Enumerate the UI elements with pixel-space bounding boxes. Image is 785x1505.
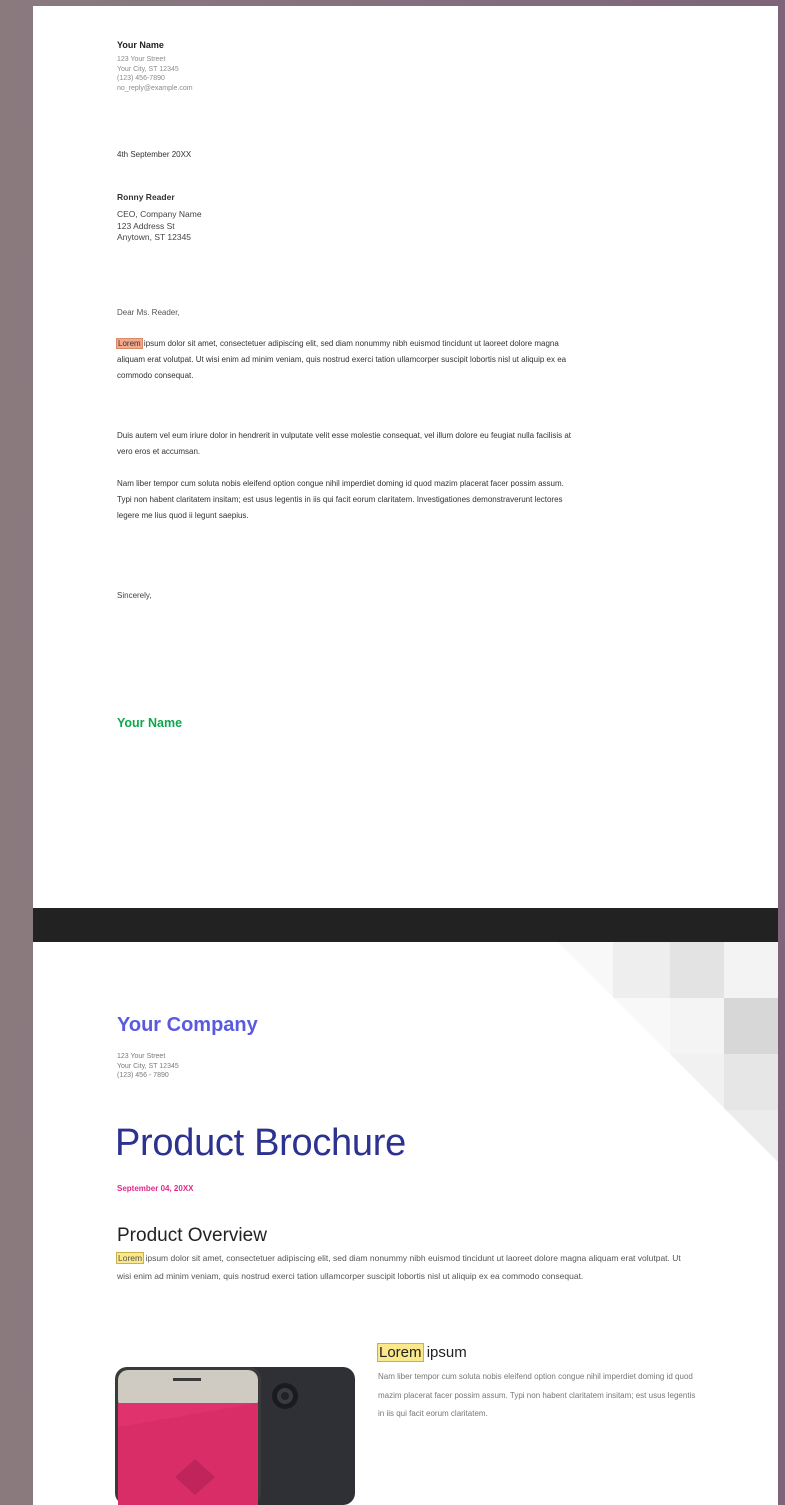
- sender-email: no_reply@example.com: [117, 84, 193, 92]
- recipient-street: 123 Address St: [117, 220, 175, 231]
- company-address: 123 Your Street Your City, ST 12345 (123…: [117, 1052, 179, 1081]
- company-city: Your City, ST 12345: [117, 1062, 179, 1070]
- letter-page: Your Name 123 Your Street Your City, ST …: [33, 6, 778, 908]
- salutation: Dear Ms. Reader,: [117, 308, 180, 317]
- brochure-date: September 04, 20XX: [117, 1184, 194, 1193]
- company-phone: (123) 456 - 7890: [117, 1072, 169, 1079]
- recipient-address: CEO, Company Name 123 Address St Anytown…: [117, 209, 202, 244]
- brochure-title: Product Brochure: [115, 1122, 406, 1164]
- brochure-page: Your Company 123 Your Street Your City, …: [33, 942, 778, 1505]
- paragraph-text: ipsum dolor sit amet, consectetuer adipi…: [117, 1253, 681, 1281]
- feature-paragraph: Nam liber tempor cum soluta nobis eleife…: [378, 1372, 696, 1419]
- recipient-city: Anytown, ST 12345: [117, 232, 192, 242]
- feature-heading-text: ipsum: [422, 1344, 467, 1361]
- feature-heading: Lorem ipsum: [377, 1343, 467, 1362]
- sender-address: 123 Your Street Your City, ST 12345 (123…: [117, 55, 193, 93]
- sender-street: 123 Your Street: [117, 56, 166, 63]
- company-name: Your Company: [117, 1014, 258, 1036]
- letter-paragraph-1: Lorem ipsum dolor sit amet, consectetuer…: [116, 336, 577, 384]
- recipient-name: Ronny Reader: [117, 192, 175, 202]
- letter-paragraph-3: Nam liber tempor cum soluta nobis eleife…: [117, 479, 564, 520]
- page-separator: [33, 908, 778, 942]
- signature-name: Your Name: [117, 716, 183, 730]
- closing: Sincerely,: [117, 591, 152, 600]
- recipient-title: CEO, Company Name: [117, 209, 202, 219]
- sender-city: Your City, ST 12345: [117, 65, 179, 73]
- letter-date: 4th September 20XX: [117, 150, 192, 159]
- company-street: 123 Your Street: [117, 1053, 166, 1060]
- letter-paragraph-2: Duis autem vel eum iriure dolor in hendr…: [117, 431, 572, 456]
- phone-illustration: [115, 1367, 355, 1505]
- overview-heading: Product Overview: [117, 1225, 267, 1246]
- sender-name: Your Name: [117, 40, 164, 50]
- sender-phone: (123) 456-7890: [117, 75, 165, 83]
- overview-paragraph: Lorem ipsum dolor sit amet, consectetuer…: [115, 1249, 687, 1285]
- highlighted-word[interactable]: Lorem: [377, 1343, 424, 1362]
- highlighted-word[interactable]: Lorem: [116, 338, 143, 349]
- paragraph-text: ipsum dolor sit amet, consectetuer adipi…: [117, 339, 567, 380]
- highlighted-word[interactable]: Lorem: [115, 1252, 145, 1264]
